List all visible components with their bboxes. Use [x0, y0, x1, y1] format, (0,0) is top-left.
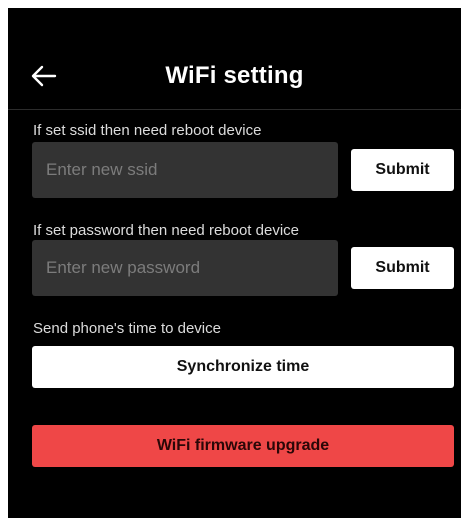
- password-submit-button[interactable]: Submit: [351, 247, 454, 289]
- wifi-setting-screen: WiFi setting If set ssid then need reboo…: [8, 8, 461, 518]
- header-divider: [8, 109, 461, 110]
- password-input[interactable]: [32, 240, 338, 296]
- app-header: WiFi setting: [8, 8, 461, 110]
- password-hint-label: If set password then need reboot device: [33, 222, 300, 239]
- firmware-upgrade-button[interactable]: WiFi firmware upgrade: [32, 425, 454, 467]
- page-title: WiFi setting: [165, 62, 304, 89]
- ssid-submit-button[interactable]: Submit: [351, 149, 454, 191]
- synchronize-time-button[interactable]: Synchronize time: [32, 346, 454, 388]
- ssid-input[interactable]: [32, 142, 338, 198]
- ssid-hint-label: If set ssid then need reboot device: [33, 122, 262, 139]
- time-sync-hint-label: Send phone's time to device: [33, 320, 221, 337]
